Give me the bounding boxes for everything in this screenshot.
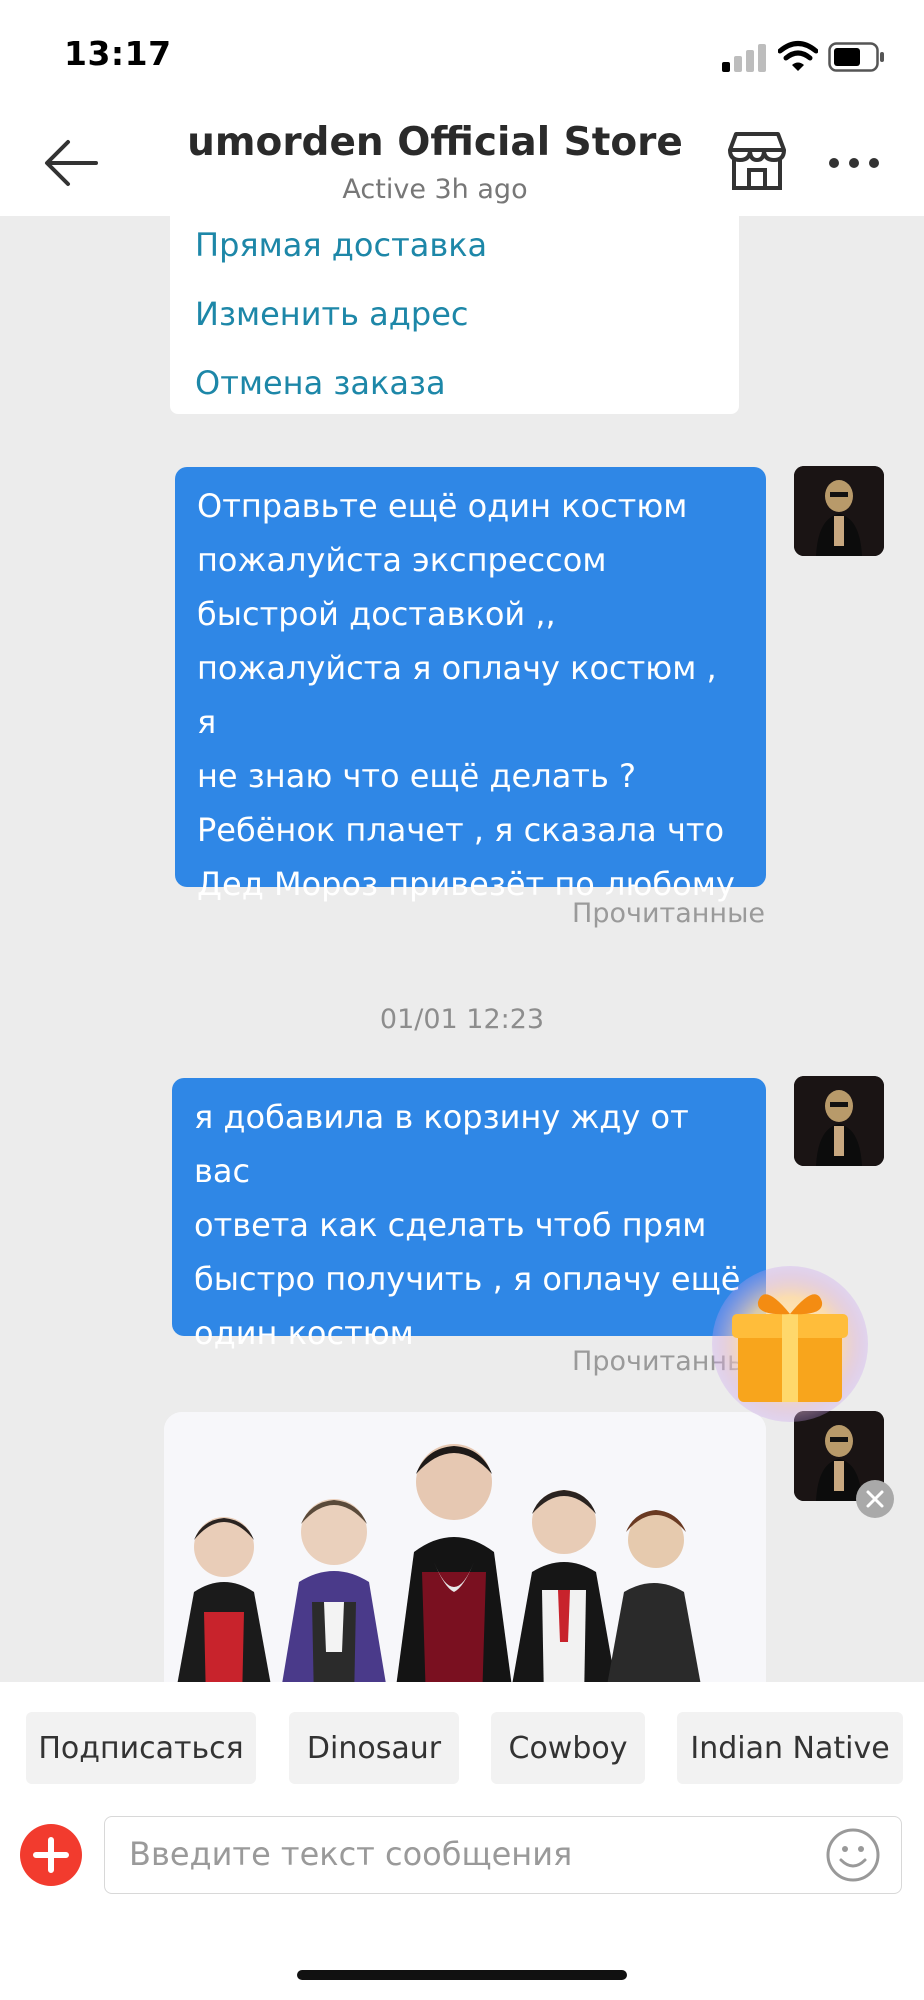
- option-direct-delivery[interactable]: Прямая доставка: [195, 226, 487, 264]
- status-bar: 13:17: [0, 0, 924, 108]
- avatar[interactable]: [794, 466, 884, 556]
- options-card: Прямая доставка Изменить адрес Отмена за…: [170, 216, 739, 414]
- home-area: [0, 1912, 924, 2000]
- signal-icon: [722, 44, 766, 72]
- chip-cowboy[interactable]: Cowboy: [491, 1712, 645, 1784]
- active-status: Active 3h ago: [342, 174, 528, 205]
- chip-dinosaur[interactable]: Dinosaur: [289, 1712, 459, 1784]
- store-title: umorden Official Store: [187, 120, 683, 165]
- option-change-address[interactable]: Изменить адрес: [195, 295, 469, 333]
- battery-icon: [828, 42, 884, 72]
- message-input[interactable]: Введите текст сообщения: [104, 1816, 902, 1894]
- quick-reply-bar: Подписаться Dinosaur Cowboy Indian Nativ…: [0, 1682, 924, 1792]
- chat-area[interactable]: Прямая доставка Изменить адрес Отмена за…: [0, 216, 924, 1682]
- more-dots-icon[interactable]: [828, 150, 880, 176]
- status-time: 13:17: [64, 34, 172, 73]
- back-arrow-icon[interactable]: [40, 138, 100, 188]
- chip-subscribe[interactable]: Подписаться: [26, 1712, 256, 1784]
- chat-header: umorden Official Store Active 3h ago: [0, 108, 924, 216]
- home-indicator[interactable]: [297, 1970, 627, 1980]
- emoji-icon[interactable]: [825, 1827, 881, 1883]
- message-bubble[interactable]: я добавила в корзину жду от вас ответа к…: [172, 1078, 766, 1352]
- gift-icon[interactable]: [708, 1262, 872, 1426]
- store-icon[interactable]: [724, 128, 790, 194]
- chip-indian-native[interactable]: Indian Native: [677, 1712, 903, 1784]
- message-timestamp: 01/01 12:23: [379, 1004, 545, 1035]
- message-placeholder: Введите текст сообщения: [129, 1835, 573, 1873]
- message-bubble[interactable]: Отправьте ещё один костюм пожалуйста экс…: [175, 467, 766, 903]
- message-input-bar: Введите текст сообщения: [0, 1792, 924, 1912]
- close-icon[interactable]: [856, 1480, 894, 1518]
- wifi-icon: [778, 41, 818, 71]
- option-cancel-order[interactable]: Отмена заказа: [195, 364, 446, 402]
- plus-icon[interactable]: [20, 1824, 82, 1886]
- costume-image-message[interactable]: [164, 1412, 766, 1682]
- costume-photo: [164, 1412, 766, 1682]
- read-status: Прочитанные: [572, 898, 765, 929]
- avatar[interactable]: [794, 1076, 884, 1166]
